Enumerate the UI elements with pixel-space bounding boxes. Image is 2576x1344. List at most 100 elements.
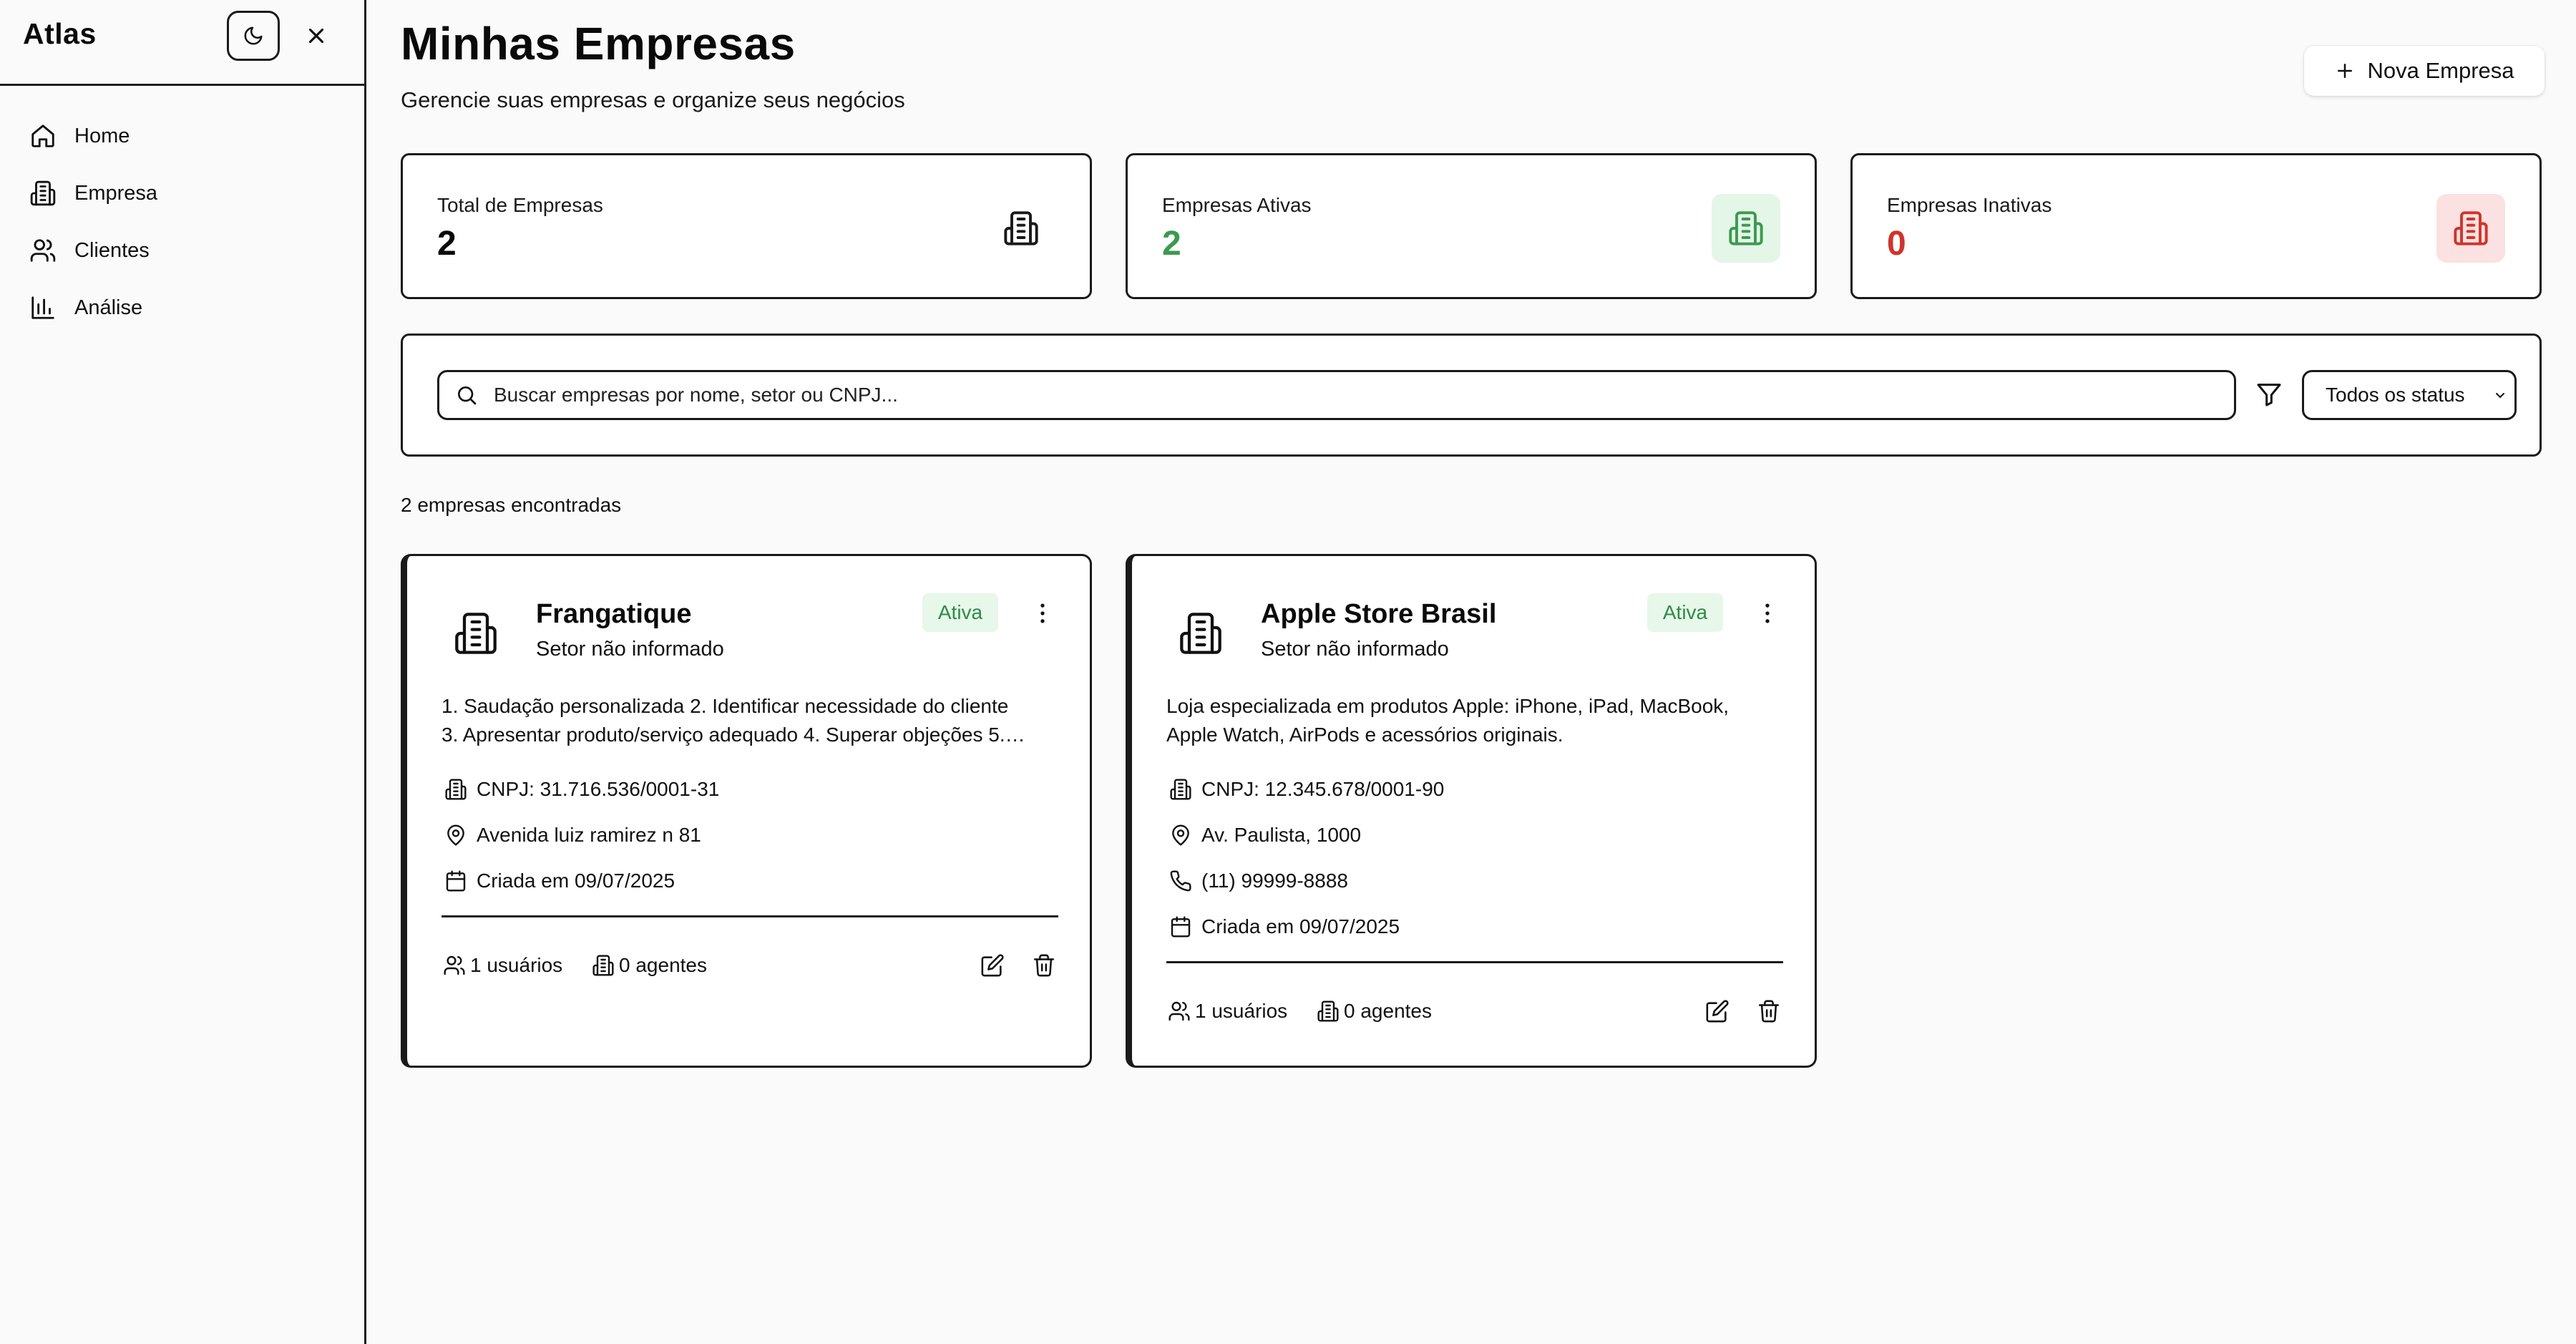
company-address: Av. Paulista, 1000 — [1166, 821, 1789, 849]
users-text: 1 usuários — [470, 954, 563, 976]
more-vertical-icon — [1765, 603, 1770, 623]
stat-value: 2 — [437, 225, 457, 263]
company-name: Apple Store Brasil — [1261, 599, 1497, 629]
company-cnpj: CNPJ: 31.716.536/0001-31 — [441, 775, 1064, 804]
sidebar-item-clientes[interactable]: Clientes — [0, 222, 364, 279]
sidebar-header: Atlas — [0, 0, 364, 86]
bar-chart-icon — [29, 293, 57, 322]
stat-label: Total de Empresas — [437, 194, 603, 216]
description-line: Apple Watch, AirPods e acessórios origin… — [1166, 724, 1563, 746]
sidebar-item-analise[interactable]: Análise — [0, 279, 364, 336]
stat-value: 2 — [1162, 225, 1181, 263]
company-description: 1. Saudação personalizada 2. Identificar… — [441, 692, 1064, 749]
calendar-icon — [1166, 912, 1195, 941]
edit-icon — [981, 954, 1004, 977]
company-name: Frangatique — [536, 599, 692, 629]
agents-count: 0 agentes — [590, 950, 707, 981]
sidebar-item-label: Home — [74, 124, 130, 147]
company-sector: Setor não informado — [536, 638, 724, 661]
sidebar-item-label: Análise — [74, 296, 143, 319]
trash-icon — [1033, 954, 1055, 977]
search-input[interactable] — [494, 384, 2211, 406]
sidebar: Atlas Home Empresa Clientes Análise — [0, 0, 366, 1344]
building-icon — [1712, 194, 1780, 263]
more-vertical-icon — [1040, 603, 1045, 623]
users-text: 1 usuários — [1195, 1000, 1288, 1022]
company-cnpj: CNPJ: 12.345.678/0001-90 — [1166, 775, 1789, 804]
page-title: Minhas Empresas — [401, 18, 796, 69]
company-address: Avenida luiz ramirez n 81 — [441, 821, 1064, 849]
more-options-button[interactable] — [1028, 599, 1057, 628]
home-icon — [29, 122, 57, 150]
status-badge: Ativa — [922, 593, 998, 632]
address-text: Av. Paulista, 1000 — [1201, 824, 1362, 846]
building-icon — [1166, 775, 1195, 804]
company-description: Loja especializada em produtos Apple: iP… — [1166, 692, 1789, 749]
building-icon — [1180, 613, 1221, 654]
created-text: Criada em 09/07/2025 — [1201, 915, 1400, 938]
chevron-down-icon — [2496, 393, 2504, 399]
theme-toggle-button[interactable] — [227, 11, 280, 61]
main-content: Minhas Empresas Gerencie suas empresas e… — [366, 0, 2576, 1344]
more-options-button[interactable] — [1753, 599, 1782, 628]
search-icon — [458, 386, 477, 405]
divider — [441, 915, 1058, 917]
created-text: Criada em 09/07/2025 — [477, 870, 675, 892]
description-line: 3. Apresentar produto/serviço adequado 4… — [441, 724, 1025, 746]
building-icon — [441, 775, 470, 804]
building-icon — [2436, 194, 2505, 263]
building-icon — [455, 613, 497, 654]
phone-text: (11) 99999-8888 — [1201, 870, 1348, 892]
stat-value: 0 — [1887, 225, 1906, 263]
sidebar-item-home[interactable]: Home — [0, 107, 364, 165]
company-created: Criada em 09/07/2025 — [441, 867, 1064, 895]
description-line: Loja especializada em produtos Apple: iP… — [1166, 695, 1729, 717]
building-icon — [987, 194, 1055, 263]
close-sidebar-button[interactable] — [299, 19, 333, 53]
calendar-icon — [441, 867, 470, 895]
page-subtitle: Gerencie suas empresas e organize seus n… — [401, 87, 905, 112]
users-icon — [441, 953, 467, 978]
moon-icon — [244, 26, 263, 45]
delete-button[interactable] — [1030, 951, 1058, 980]
users-count: 1 usuários — [1166, 995, 1287, 1027]
agents-count: 0 agentes — [1315, 995, 1432, 1027]
building-icon — [29, 179, 57, 208]
search-box[interactable] — [437, 370, 2236, 420]
map-pin-icon — [1166, 821, 1195, 849]
company-phone: (11) 99999-8888 — [1166, 867, 1789, 895]
stat-card-inactive: Empresas Inativas 0 — [1850, 153, 2542, 299]
company-sector: Setor não informado — [1261, 638, 1449, 661]
company-card: Frangatique Setor não informado Ativa 1.… — [401, 554, 1092, 1068]
building-icon — [1315, 998, 1341, 1024]
company-created: Criada em 09/07/2025 — [1166, 912, 1789, 941]
company-card: Apple Store Brasil Setor não informado A… — [1126, 554, 1817, 1068]
description-line: 1. Saudação personalizada 2. Identificar… — [441, 695, 1009, 717]
sidebar-nav: Home Empresa Clientes Análise — [0, 107, 364, 336]
users-icon — [1166, 998, 1192, 1024]
delete-button[interactable] — [1755, 997, 1783, 1026]
stat-card-active: Empresas Ativas 2 — [1126, 153, 1817, 299]
status-select-value: Todos os status — [2326, 384, 2465, 406]
stat-label: Empresas Inativas — [1887, 194, 2052, 216]
cnpj-text: CNPJ: 31.716.536/0001-31 — [477, 778, 720, 800]
edit-icon — [1706, 1000, 1729, 1023]
filter-icon[interactable] — [2255, 380, 2283, 409]
plus-icon — [2338, 64, 2353, 78]
new-company-button[interactable]: Nova Empresa — [2304, 46, 2545, 96]
sidebar-item-empresa[interactable]: Empresa — [0, 165, 364, 222]
phone-icon — [1166, 867, 1195, 895]
users-count: 1 usuários — [441, 950, 562, 981]
map-pin-icon — [441, 821, 470, 849]
trash-icon — [1758, 1000, 1780, 1023]
building-icon — [590, 953, 616, 978]
agents-text: 0 agentes — [619, 954, 707, 976]
stat-card-total: Total de Empresas 2 — [401, 153, 1092, 299]
edit-button[interactable] — [978, 951, 1007, 980]
status-select[interactable]: Todos os status — [2302, 370, 2517, 420]
sidebar-item-label: Clientes — [74, 238, 150, 262]
users-icon — [29, 236, 57, 265]
edit-button[interactable] — [1703, 997, 1732, 1026]
status-badge: Ativa — [1647, 593, 1723, 632]
company-footer: 1 usuários 0 agentes — [1166, 995, 1783, 1027]
